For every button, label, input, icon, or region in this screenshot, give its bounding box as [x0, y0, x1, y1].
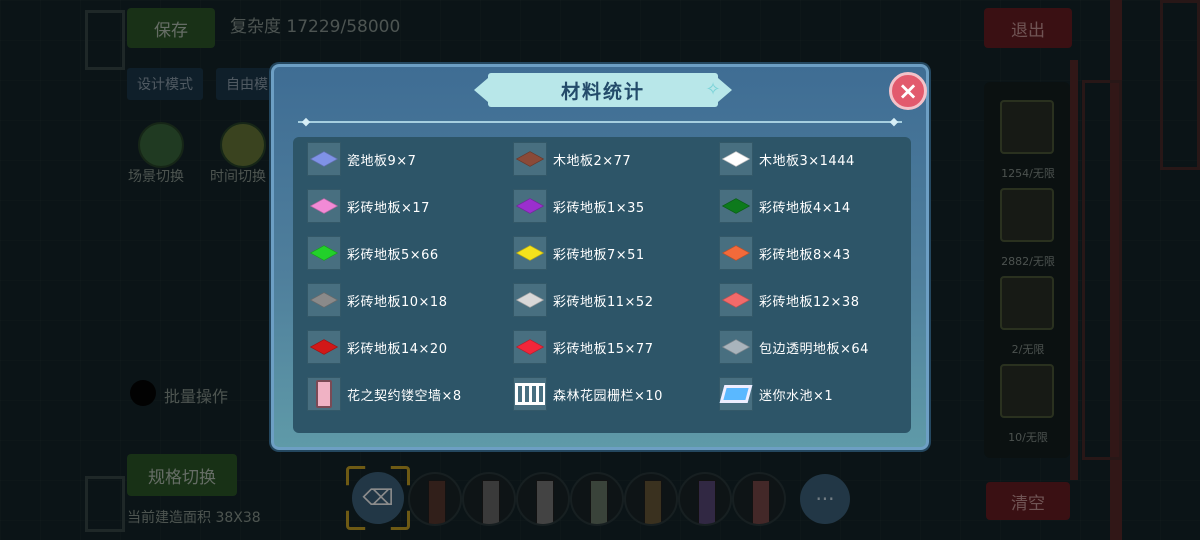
material-item: 彩砖地板12×38	[719, 283, 919, 317]
material-item: 彩砖地板5×66	[307, 236, 507, 270]
material-swatch	[316, 380, 332, 408]
material-label: 彩砖地板×17	[347, 200, 430, 216]
material-swatch	[515, 292, 545, 308]
material-swatch	[515, 198, 545, 214]
material-item: 包边透明地板×64	[719, 330, 919, 364]
material-label: 彩砖地板10×18	[347, 294, 448, 310]
material-list: 瓷地板9×7 木地板2×77 木地板3×1444 彩砖地板×17 彩砖地板1×35 彩砖地…	[293, 137, 911, 433]
floor-tile-icon	[307, 330, 341, 364]
material-swatch	[515, 245, 545, 261]
floor-tile-icon	[307, 142, 341, 176]
material-label: 木地板2×77	[553, 153, 632, 169]
material-item: 彩砖地板7×51	[513, 236, 713, 270]
material-item: 彩砖地板1×35	[513, 189, 713, 223]
material-swatch	[515, 339, 545, 355]
material-swatch	[719, 385, 753, 403]
material-swatch	[309, 292, 339, 308]
fence-icon	[513, 377, 547, 411]
material-label: 彩砖地板12×38	[759, 294, 860, 310]
material-label: 彩砖地板1×35	[553, 200, 645, 216]
material-label: 彩砖地板7×51	[553, 247, 645, 263]
material-item: 彩砖地板14×20	[307, 330, 507, 364]
floor-tile-icon	[307, 189, 341, 223]
floor-tile-icon	[513, 236, 547, 270]
material-label: 包边透明地板×64	[759, 341, 869, 357]
floor-tile-icon	[513, 330, 547, 364]
floor-tile-icon	[719, 142, 753, 176]
divider-ornament-icon: ◆	[301, 115, 311, 128]
material-item: 瓷地板9×7	[307, 142, 507, 176]
material-item: 彩砖地板×17	[307, 189, 507, 223]
material-swatch	[721, 292, 751, 308]
material-item: 木地板2×77	[513, 142, 713, 176]
material-item: 彩砖地板11×52	[513, 283, 713, 317]
material-item: 森林花园栅栏×10	[513, 377, 713, 411]
floor-tile-icon	[513, 142, 547, 176]
material-label: 彩砖地板15×77	[553, 341, 654, 357]
material-label: 瓷地板9×7	[347, 153, 417, 169]
floor-tile-icon	[719, 283, 753, 317]
material-swatch	[309, 245, 339, 261]
floor-tile-icon	[307, 236, 341, 270]
material-swatch	[309, 339, 339, 355]
material-item: 木地板3×1444	[719, 142, 919, 176]
material-label: 花之契约镂空墙×8	[347, 388, 462, 404]
material-item: 彩砖地板8×43	[719, 236, 919, 270]
material-swatch	[721, 339, 751, 355]
dialog-title-ribbon: 材料统计	[474, 73, 732, 107]
material-swatch	[721, 151, 751, 167]
material-stats-dialog: ✧ 材料统计 ✧ × ◆ ◆ 瓷地板9×7木地板2×77木地板3×1444彩砖地…	[271, 64, 929, 450]
material-swatch	[309, 151, 339, 167]
material-swatch	[721, 198, 751, 214]
material-label: 彩砖地板11×52	[553, 294, 654, 310]
material-label: 木地板3×1444	[759, 153, 855, 169]
material-swatch	[515, 383, 545, 405]
material-label: 彩砖地板8×43	[759, 247, 851, 263]
dialog-title: 材料统计	[560, 80, 645, 103]
material-item: 彩砖地板15×77	[513, 330, 713, 364]
floor-tile-icon	[719, 236, 753, 270]
pool-icon	[719, 377, 753, 411]
material-label: 森林花园栅栏×10	[553, 388, 663, 404]
lattice-wall-icon	[307, 377, 341, 411]
close-icon[interactable]: ×	[889, 72, 927, 110]
material-item: 彩砖地板4×14	[719, 189, 919, 223]
material-label: 彩砖地板14×20	[347, 341, 448, 357]
material-label: 迷你水池×1	[759, 388, 834, 404]
divider-ornament-icon: ◆	[889, 115, 899, 128]
material-swatch	[309, 198, 339, 214]
floor-tile-icon	[307, 283, 341, 317]
material-label: 彩砖地板5×66	[347, 247, 439, 263]
material-label: 彩砖地板4×14	[759, 200, 851, 216]
title-divider	[298, 121, 902, 123]
floor-tile-icon	[513, 189, 547, 223]
material-item: 迷你水池×1	[719, 377, 919, 411]
material-item: 彩砖地板10×18	[307, 283, 507, 317]
material-swatch	[515, 151, 545, 167]
floor-tile-icon	[513, 283, 547, 317]
material-swatch	[721, 245, 751, 261]
ornament-icon: ✧	[705, 79, 721, 100]
material-item: 花之契约镂空墙×8	[307, 377, 507, 411]
floor-tile-icon	[719, 330, 753, 364]
floor-tile-icon	[719, 189, 753, 223]
